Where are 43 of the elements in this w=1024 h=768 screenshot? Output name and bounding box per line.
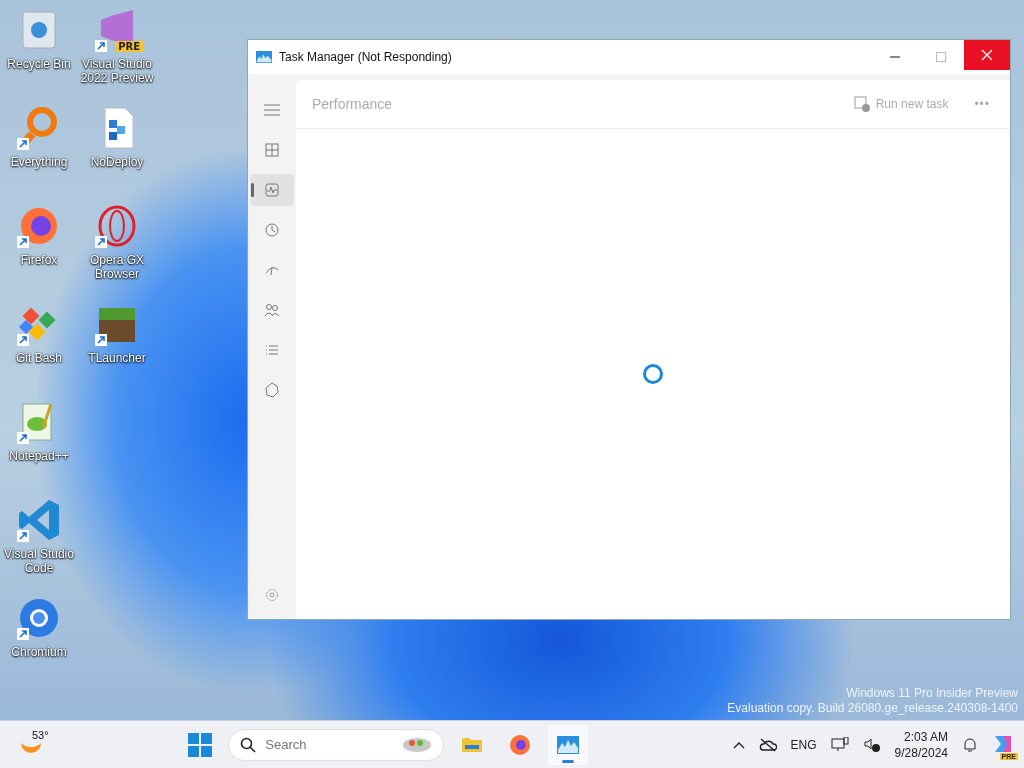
desktop-icon-label[interactable]: Opera GX Browser bbox=[79, 253, 155, 281]
desktop-icon-label[interactable]: Visual Studio 2022 Preview bbox=[79, 57, 155, 85]
weather-button[interactable]: 53° bbox=[18, 727, 58, 763]
task-manager-icon bbox=[256, 51, 272, 63]
monitor-icon bbox=[830, 736, 849, 753]
desktop-icon-label[interactable]: Notepad++ bbox=[1, 449, 77, 463]
close-icon bbox=[981, 49, 993, 61]
cloud-icon bbox=[758, 737, 777, 752]
settings-icon bbox=[264, 587, 280, 603]
desktop-icon-label[interactable]: Visual Studio Code bbox=[1, 547, 77, 575]
preview-badge: PRE bbox=[115, 41, 143, 52]
evaluation-watermark: Windows 11 Pro Insider Preview Evaluation copy. Build 26080.ge_release.240308-1400 bbox=[727, 686, 1018, 716]
window-title: Task Manager (Not Responding) bbox=[279, 50, 453, 64]
page-title: Performance bbox=[312, 96, 394, 112]
details-icon bbox=[264, 342, 280, 358]
desktop-icon-label[interactable]: Chromium bbox=[1, 645, 77, 659]
bell-icon bbox=[962, 736, 978, 753]
more-button[interactable]: ••• bbox=[970, 95, 994, 113]
speaker-muted-icon bbox=[862, 736, 881, 753]
desktop-icon-label[interactable]: TLauncher bbox=[79, 351, 155, 365]
new-task-icon bbox=[853, 96, 870, 112]
moon-icon bbox=[20, 741, 42, 755]
maximize-icon bbox=[936, 52, 946, 62]
windows-logo-icon bbox=[188, 732, 213, 757]
desktop-icon-label[interactable]: NoDeploy bbox=[79, 155, 155, 169]
search-field[interactable]: Search bbox=[228, 728, 445, 761]
chevron-up-icon bbox=[732, 740, 745, 749]
clock[interactable]: 2:03 AM 9/28/2024 bbox=[890, 728, 952, 761]
nav-tab[interactable] bbox=[250, 174, 294, 206]
history-icon bbox=[264, 222, 280, 238]
taskbar-app-button[interactable] bbox=[548, 724, 589, 765]
loading-spinner bbox=[643, 364, 663, 384]
close-button[interactable] bbox=[964, 40, 1010, 70]
desktop-icon-label[interactable]: Firefox bbox=[1, 253, 77, 267]
desktop-icon-label[interactable]: Everything bbox=[1, 155, 77, 169]
desktop-icon-label[interactable]: Git Bash bbox=[1, 351, 77, 365]
search-icon bbox=[240, 736, 257, 753]
users-icon bbox=[264, 302, 280, 318]
menu-icon bbox=[264, 104, 280, 116]
desktop-icon-label[interactable]: Recycle Bin bbox=[1, 57, 77, 71]
language-indicator[interactable]: ENG bbox=[786, 733, 821, 756]
firefox-icon bbox=[508, 732, 533, 757]
run-new-task-button[interactable]: Run new task bbox=[845, 92, 957, 116]
